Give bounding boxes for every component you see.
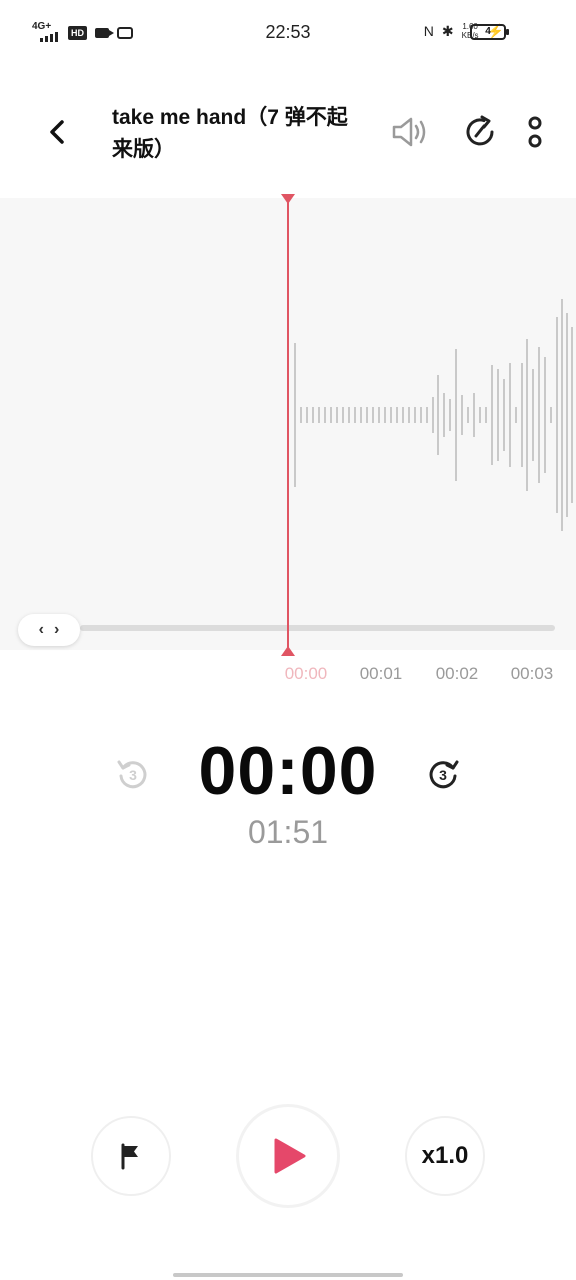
total-duration: 01:51 [247, 814, 329, 850]
recording-title: take me hand（7 弹不起来版） [112, 106, 348, 161]
waveform-bar [426, 407, 428, 423]
back-button[interactable] [38, 112, 78, 152]
mark-button[interactable] [91, 1116, 171, 1196]
waveform-bar [473, 393, 475, 437]
status-bar: 4G+ HD 22:53 N ✱ 1.60 KB/s ⚡ 4 [0, 0, 576, 64]
waveform-bar [306, 407, 308, 423]
waveform-bar [324, 407, 326, 423]
share-button[interactable] [460, 112, 500, 152]
waveform-bar [515, 407, 517, 423]
waveform-bar [366, 407, 368, 423]
waveform-bar [312, 407, 314, 423]
waveform-bar [571, 327, 573, 503]
nfc-icon: N [423, 23, 434, 39]
waveform-bar [348, 407, 350, 423]
tick-label: 00:03 [510, 664, 554, 683]
forward-3s-icon: 3 [429, 760, 459, 789]
share-icon [466, 115, 494, 146]
waveform-bar [544, 357, 546, 473]
waveform-bar [372, 407, 374, 423]
waveform-bar [509, 363, 511, 467]
speed-label: x1.0 [421, 1142, 469, 1169]
play-button[interactable] [236, 1104, 340, 1208]
chevron-left-icon: ‹ [38, 621, 44, 638]
waveform-bar [485, 407, 487, 423]
waveform-bar [491, 365, 493, 465]
waveform-bar [354, 407, 356, 423]
waveform-bar [449, 399, 451, 431]
waveform-bar [467, 407, 469, 423]
playhead[interactable] [281, 194, 295, 656]
scroll-handle[interactable]: ‹ › [18, 614, 80, 646]
chevron-right-icon: › [54, 621, 60, 638]
waveform-bar [461, 395, 463, 435]
waveform-bar [342, 407, 344, 423]
waveform-bar [561, 299, 563, 531]
play-icon [274, 1138, 306, 1174]
waveform-bar [550, 407, 552, 423]
waveform-bar [556, 317, 558, 513]
speed-button[interactable]: x1.0 [405, 1116, 485, 1196]
waveform-bar [420, 407, 422, 423]
more-button[interactable] [515, 112, 555, 152]
svg-text:3: 3 [439, 767, 447, 783]
waveform-bar [566, 313, 568, 517]
tick-label: 00:01 [359, 664, 403, 683]
tick-label: 00:00 [284, 664, 328, 683]
more-icon [528, 116, 542, 148]
waveform-bar [479, 407, 481, 423]
waveform-bar [443, 393, 445, 437]
waveform-bar [437, 375, 439, 455]
waveform-bar [294, 343, 296, 487]
waveform-bar [538, 347, 540, 483]
waveform-bar [336, 407, 338, 423]
home-indicator[interactable] [173, 1273, 403, 1277]
volume-icon [392, 117, 426, 147]
battery-icon: 4 [470, 24, 509, 40]
tick-label: 00:02 [435, 664, 479, 683]
flag-icon [121, 1143, 138, 1170]
waveform-bar [497, 369, 499, 461]
waveform-bar [330, 407, 332, 423]
skip-forward-button[interactable]: 3 [423, 754, 463, 794]
battery-level: 4 [485, 26, 491, 37]
waveform-bar [378, 407, 380, 423]
current-time: 00:00 [198, 733, 378, 809]
volume-button[interactable] [390, 112, 430, 152]
waveform-bar [532, 369, 534, 461]
waveform-bar [414, 407, 416, 423]
waveform-bar [503, 379, 505, 451]
back-icon [50, 120, 64, 144]
waveform-bar [526, 339, 528, 491]
waveform-bar [300, 407, 302, 423]
waveform-bar [384, 407, 386, 423]
waveform-bar [396, 407, 398, 423]
time-ruler: 00:00 00:01 00:02 00:03 [0, 664, 576, 688]
waveform-bar [408, 407, 410, 423]
bluetooth-icon: ✱ [441, 22, 454, 39]
waveform-bar [318, 407, 320, 423]
waveform-bar [521, 363, 523, 467]
top-app-bar: take me hand（7 弹不起来版） [0, 90, 576, 180]
waveform-scrollbar[interactable] [80, 625, 555, 631]
waveform-bar [360, 407, 362, 423]
waveform-bar [390, 407, 392, 423]
time-display: 3 00:00 3 [0, 730, 576, 820]
waveform-bar [432, 397, 434, 433]
waveform-bar [402, 407, 404, 423]
waveform-bar [455, 349, 457, 481]
